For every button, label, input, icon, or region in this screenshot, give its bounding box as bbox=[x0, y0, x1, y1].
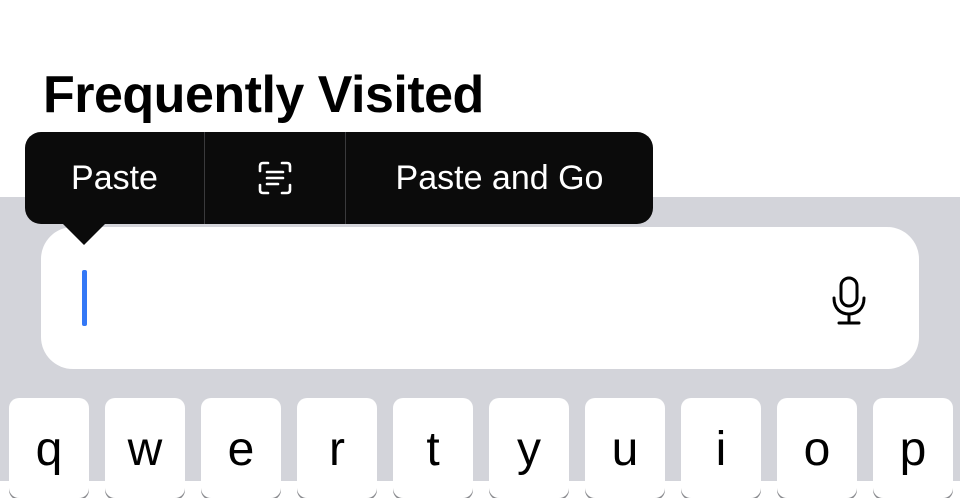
microphone-icon[interactable] bbox=[829, 276, 869, 326]
key-p[interactable]: p bbox=[873, 398, 953, 498]
menu-pointer-arrow bbox=[62, 223, 106, 245]
paste-and-go-button[interactable]: Paste and Go bbox=[346, 132, 653, 224]
text-cursor bbox=[82, 270, 87, 326]
scan-text-button[interactable] bbox=[205, 132, 345, 224]
key-w[interactable]: w bbox=[105, 398, 185, 498]
key-t[interactable]: t bbox=[393, 398, 473, 498]
key-q[interactable]: q bbox=[9, 398, 89, 498]
address-field[interactable] bbox=[41, 227, 919, 369]
frequently-visited-heading: Frequently Visited bbox=[43, 66, 484, 124]
key-y[interactable]: y bbox=[489, 398, 569, 498]
key-e[interactable]: e bbox=[201, 398, 281, 498]
key-r[interactable]: r bbox=[297, 398, 377, 498]
key-i[interactable]: i bbox=[681, 398, 761, 498]
key-o[interactable]: o bbox=[777, 398, 857, 498]
text-scan-icon bbox=[258, 161, 292, 195]
paste-context-menu: Paste Paste and Go bbox=[25, 132, 653, 224]
key-u[interactable]: u bbox=[585, 398, 665, 498]
paste-button[interactable]: Paste bbox=[25, 132, 204, 224]
